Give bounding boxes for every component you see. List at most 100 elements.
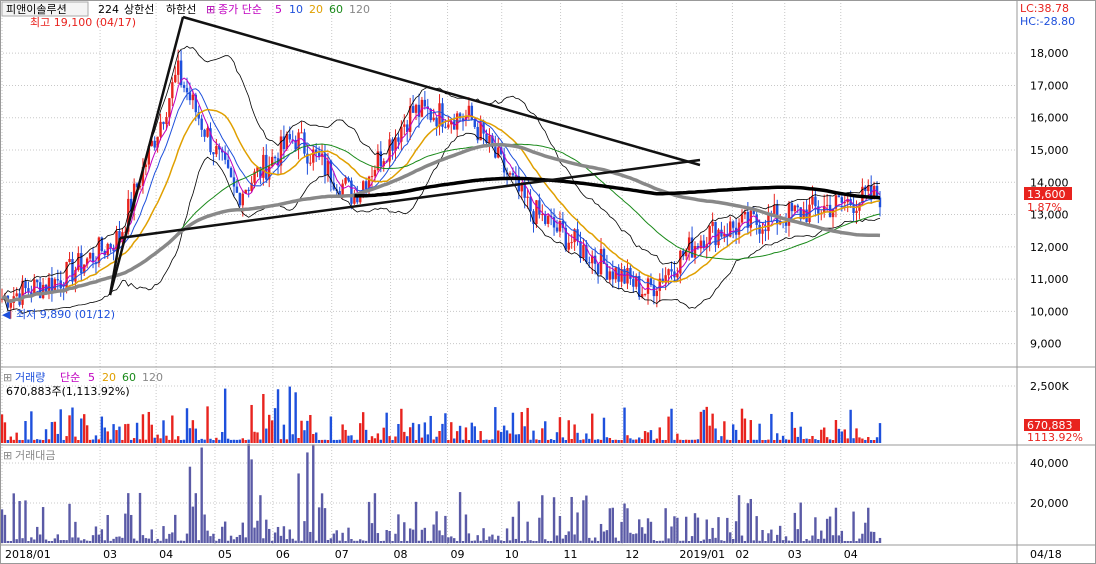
amount-bar bbox=[168, 533, 171, 543]
amount-bar bbox=[347, 527, 350, 543]
x-tick-label: 07 bbox=[335, 548, 349, 561]
volume-bar bbox=[176, 436, 180, 443]
candle-body bbox=[655, 290, 659, 297]
high-annotation: 최고 19,100 (04/17) bbox=[30, 16, 136, 29]
volume-bar bbox=[476, 439, 479, 443]
amount-bar bbox=[781, 540, 785, 543]
volume-bar bbox=[50, 422, 54, 443]
candle-body bbox=[535, 200, 538, 225]
volume-bar bbox=[153, 437, 156, 443]
amount-bar bbox=[658, 540, 661, 543]
amount-bar bbox=[317, 507, 321, 543]
volume-bar bbox=[502, 425, 506, 443]
amount-bar bbox=[617, 540, 620, 543]
amount-bar bbox=[406, 540, 409, 543]
amount-settings-icon[interactable]: ⊞ bbox=[3, 449, 12, 462]
volume-bar bbox=[359, 423, 362, 443]
volume-bar bbox=[491, 439, 494, 443]
volume-bar bbox=[420, 437, 424, 443]
volume-bar bbox=[408, 427, 412, 443]
candle-body bbox=[711, 221, 714, 227]
amount-bar bbox=[77, 537, 80, 543]
candle-body bbox=[579, 241, 582, 259]
amount-bar bbox=[620, 521, 623, 543]
volume-bar bbox=[411, 422, 415, 443]
volume-bar bbox=[864, 439, 867, 443]
amount-bar bbox=[185, 533, 189, 543]
amount-bar bbox=[567, 531, 570, 543]
volume-bar bbox=[147, 411, 151, 443]
stock-name[interactable]: 피앤이솔루션 bbox=[6, 3, 67, 16]
volume-ma-label: 단순 bbox=[60, 371, 80, 384]
amount-bar bbox=[450, 536, 453, 543]
amount-bar bbox=[344, 540, 347, 543]
amount-bar bbox=[864, 522, 867, 543]
volume-bar bbox=[179, 439, 183, 443]
volume-bar bbox=[312, 434, 315, 443]
volume-bar bbox=[229, 439, 233, 443]
volume-bar bbox=[473, 426, 476, 443]
amount-bar bbox=[502, 541, 506, 543]
volume-bar bbox=[453, 438, 456, 443]
volume-bar bbox=[203, 439, 206, 443]
volume-bar bbox=[790, 412, 794, 443]
amount-bar bbox=[179, 540, 183, 543]
volume-bar bbox=[62, 439, 65, 443]
candle-body bbox=[435, 117, 438, 127]
volume-bar bbox=[878, 423, 882, 443]
volume-bar bbox=[511, 412, 515, 443]
volume-bar bbox=[731, 424, 735, 443]
candle-body bbox=[840, 197, 844, 203]
candle-body bbox=[693, 245, 697, 258]
volume-bar bbox=[265, 428, 268, 443]
x-tick-label: 06 bbox=[276, 548, 290, 561]
volume-bar bbox=[235, 439, 239, 443]
amount-bar bbox=[359, 539, 362, 543]
amount-bar bbox=[676, 517, 679, 543]
candle-body bbox=[717, 229, 720, 246]
candle-body bbox=[165, 117, 168, 125]
amount-bar bbox=[485, 539, 488, 543]
volume-settings-icon[interactable]: ⊞ bbox=[3, 371, 12, 384]
volume-bar bbox=[288, 386, 291, 443]
amount-bar bbox=[59, 540, 62, 543]
amount-bar bbox=[444, 515, 447, 543]
amount-bar bbox=[799, 502, 802, 543]
amount-bar bbox=[276, 526, 280, 543]
candle-body bbox=[643, 293, 647, 295]
candle-body bbox=[153, 140, 156, 148]
amount-bar bbox=[526, 521, 529, 543]
volume-bar bbox=[323, 439, 327, 443]
amount-bar bbox=[24, 500, 27, 543]
amount-bar bbox=[544, 539, 547, 543]
amount-bar bbox=[614, 537, 617, 543]
volume-bar bbox=[799, 426, 802, 443]
volume-bar bbox=[546, 439, 550, 443]
amount-bar bbox=[784, 536, 788, 543]
low-annotation: 최저 9,890 (01/12) bbox=[16, 308, 115, 321]
hc-value: HC:-28.80 bbox=[1020, 15, 1075, 28]
volume-bar bbox=[329, 416, 333, 443]
amount-bar bbox=[679, 540, 682, 543]
amount-bar bbox=[646, 518, 650, 543]
amount-bar bbox=[394, 533, 397, 543]
amount-bar bbox=[499, 540, 503, 543]
amount-bar bbox=[206, 530, 209, 543]
amount-bar bbox=[138, 492, 142, 543]
price-ma-label: 종가 단순 bbox=[218, 3, 262, 16]
volume-bar bbox=[344, 429, 347, 443]
settings-icon[interactable]: ⊞ bbox=[206, 3, 215, 16]
amount-bar bbox=[872, 531, 876, 543]
amount-bar bbox=[605, 530, 609, 543]
amount-bar bbox=[796, 529, 799, 543]
volume-bar bbox=[124, 424, 127, 443]
low-arrow-icon: ◀ bbox=[2, 308, 11, 321]
candle-body bbox=[488, 135, 491, 143]
amount-bar bbox=[638, 519, 641, 543]
stock-chart-svg[interactable]: 18,00017,00016,00015,00014,00013,00012,0… bbox=[0, 0, 1096, 564]
volume-bar bbox=[77, 439, 80, 443]
amount-bar bbox=[270, 540, 274, 543]
amount-bar bbox=[341, 532, 344, 543]
volume-bar bbox=[711, 413, 714, 443]
amount-bar bbox=[699, 540, 703, 543]
